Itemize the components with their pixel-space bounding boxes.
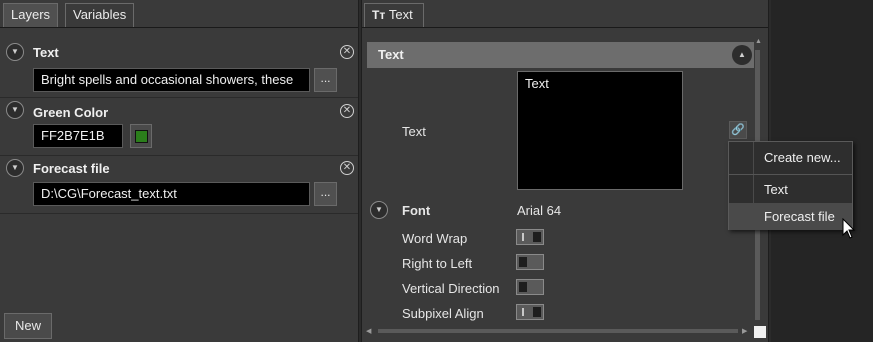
expand-layer-icon[interactable]: ▼ xyxy=(6,101,24,119)
text-value-editor[interactable]: Text xyxy=(517,71,683,190)
menu-item-text[interactable]: Text xyxy=(729,176,852,203)
font-value[interactable]: Arial 64 xyxy=(517,203,561,218)
scroll-corner xyxy=(754,326,766,338)
section-title: Text xyxy=(378,47,404,62)
expand-layer-icon[interactable]: ▼ xyxy=(6,159,24,177)
expand-font-icon[interactable]: ▼ xyxy=(370,201,388,219)
color-hex-field[interactable]: FF2B7E1B xyxy=(33,124,123,148)
layers-panel: Layers Variables ▼ Text ✕ Bright spells … xyxy=(0,0,359,342)
color-picker-button[interactable] xyxy=(130,124,152,148)
menu-item-forecast-file[interactable]: Forecast file xyxy=(729,203,852,230)
color-swatch xyxy=(135,130,148,143)
text-tabbar: Tт Text xyxy=(362,0,768,28)
text-properties-panel: Tт Text Text ▲ Text Text 🔗 ▼ Font Arial … xyxy=(361,0,769,342)
layer-item-green-color: ▼ Green Color ✕ FF2B7E1B xyxy=(0,98,358,156)
font-label: Font xyxy=(402,203,431,218)
scrollbar-thumb[interactable] xyxy=(378,329,738,333)
text-property-label: Text xyxy=(402,124,426,139)
toggle-on-mark xyxy=(522,233,524,241)
link-icon[interactable]: 🔗 xyxy=(729,121,747,139)
section-header-text[interactable]: Text ▲ xyxy=(367,42,754,68)
scroll-up-icon[interactable]: ▲ xyxy=(755,38,762,45)
layer-title: Forecast file xyxy=(33,161,110,176)
mouse-cursor-icon xyxy=(842,218,856,239)
layer-text-value-field[interactable]: Bright spells and occasional showers, th… xyxy=(33,68,310,92)
toggle-thumb xyxy=(533,232,541,242)
remove-layer-icon[interactable]: ✕ xyxy=(340,104,354,118)
remove-layer-icon[interactable]: ✕ xyxy=(340,161,354,175)
text-type-icon: Tт xyxy=(372,8,386,22)
link-source-menu: Create new... Text Forecast file xyxy=(728,141,853,230)
layer-title: Text xyxy=(33,45,59,60)
tab-text[interactable]: Tт Text xyxy=(364,3,424,27)
horizontal-scrollbar[interactable] xyxy=(368,327,748,335)
subpixel-align-toggle[interactable] xyxy=(516,304,544,320)
layer-item-forecast-file: ▼ Forecast file ✕ D:\CG\Forecast_text.tx… xyxy=(0,156,358,214)
right-to-left-toggle[interactable] xyxy=(516,254,544,270)
vertical-direction-toggle[interactable] xyxy=(516,279,544,295)
layer-item-text: ▼ Text ✕ Bright spells and occasional sh… xyxy=(0,40,358,98)
scroll-left-icon[interactable]: ◀ xyxy=(366,327,371,335)
browse-button[interactable]: ... xyxy=(314,68,337,92)
tab-layers[interactable]: Layers xyxy=(3,3,59,27)
new-layer-button[interactable]: New xyxy=(4,313,52,339)
right-to-left-label: Right to Left xyxy=(402,256,473,271)
toggle-thumb xyxy=(533,307,541,317)
menu-item-create-new[interactable]: Create new... xyxy=(729,144,852,171)
expand-layer-icon[interactable]: ▼ xyxy=(6,43,24,61)
menu-separator xyxy=(729,174,852,175)
vertical-direction-label: Vertical Direction xyxy=(402,281,500,296)
toggle-thumb xyxy=(519,282,527,292)
layers-tabbar: Layers Variables xyxy=(0,0,358,28)
file-path-field[interactable]: D:\CG\Forecast_text.txt xyxy=(33,182,310,206)
word-wrap-label: Word Wrap xyxy=(402,231,468,246)
toggle-on-mark xyxy=(522,308,524,316)
collapse-section-icon[interactable]: ▲ xyxy=(732,45,752,65)
toggle-thumb xyxy=(519,257,527,267)
browse-button[interactable]: ... xyxy=(314,182,337,206)
tab-text-label: Text xyxy=(388,7,413,22)
scroll-right-icon[interactable]: ▶ xyxy=(742,327,747,335)
remove-layer-icon[interactable]: ✕ xyxy=(340,45,354,59)
layer-title: Green Color xyxy=(33,105,109,120)
subpixel-align-label: Subpixel Align xyxy=(402,306,484,321)
word-wrap-toggle[interactable] xyxy=(516,229,544,245)
tab-variables[interactable]: Variables xyxy=(65,3,135,27)
